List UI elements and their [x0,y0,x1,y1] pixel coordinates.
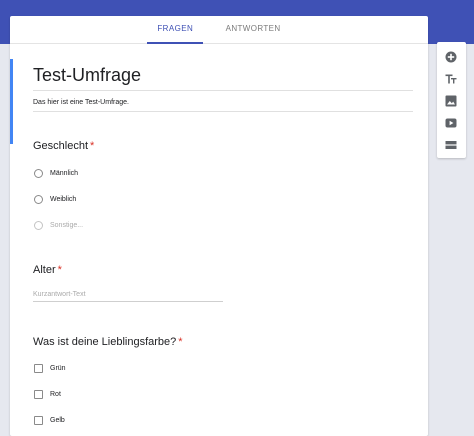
form-title[interactable]: Test-Umfrage [33,62,413,91]
checkbox-icon[interactable] [34,363,43,373]
checkbox-option-rot[interactable]: Rot [34,387,61,401]
checkbox-option-gelb[interactable]: Gelb [34,413,65,427]
option-label: Rot [50,390,61,398]
image-icon[interactable] [444,94,458,108]
radio-option-weiblich[interactable]: Weiblich [34,192,76,206]
radio-option-maennlich[interactable]: Männlich [34,166,78,180]
radio-icon[interactable] [34,194,43,204]
required-marker: * [178,336,183,348]
question-title-alter[interactable]: Alter * [33,264,62,276]
form-description[interactable]: Das hier ist eine Test-Umfrage. [33,97,413,112]
option-label: Weiblich [50,195,77,203]
floating-toolbar [437,42,466,158]
required-marker: * [57,264,62,276]
option-label: Männlich [50,169,79,177]
tab-fragen[interactable]: FRAGEN [143,16,207,44]
tab-antworten[interactable]: ANTWORTEN [212,16,295,43]
checkbox-option-gruen[interactable]: Grün [34,361,66,375]
option-label: Grün [50,364,66,372]
option-label: Sonstige... [50,221,84,229]
question-title-geschlecht[interactable]: Geschlecht * [33,140,94,152]
required-marker: * [90,140,95,152]
checkbox-icon[interactable] [34,415,43,425]
radio-icon[interactable] [34,168,43,178]
radio-icon[interactable] [34,220,43,230]
question-title-lieblingsfarbe[interactable]: Was ist deine Lieblingsfarbe? * [33,336,183,348]
add-question-icon[interactable] [444,50,458,64]
video-icon[interactable] [444,116,458,130]
title-text-icon[interactable] [444,72,458,86]
checkbox-icon[interactable] [34,389,43,399]
option-label: Gelb [50,416,65,424]
form-card: FRAGEN ANTWORTEN Test-Umfrage Das hier i… [10,16,428,436]
section-icon[interactable] [444,138,458,152]
form-header-block[interactable]: Test-Umfrage Das hier ist eine Test-Umfr… [10,59,428,144]
short-answer-field[interactable]: Kurzantwort-Text [33,289,223,302]
radio-option-sonstige[interactable]: Sonstige... [34,218,83,232]
tab-bar: FRAGEN ANTWORTEN [10,16,428,44]
